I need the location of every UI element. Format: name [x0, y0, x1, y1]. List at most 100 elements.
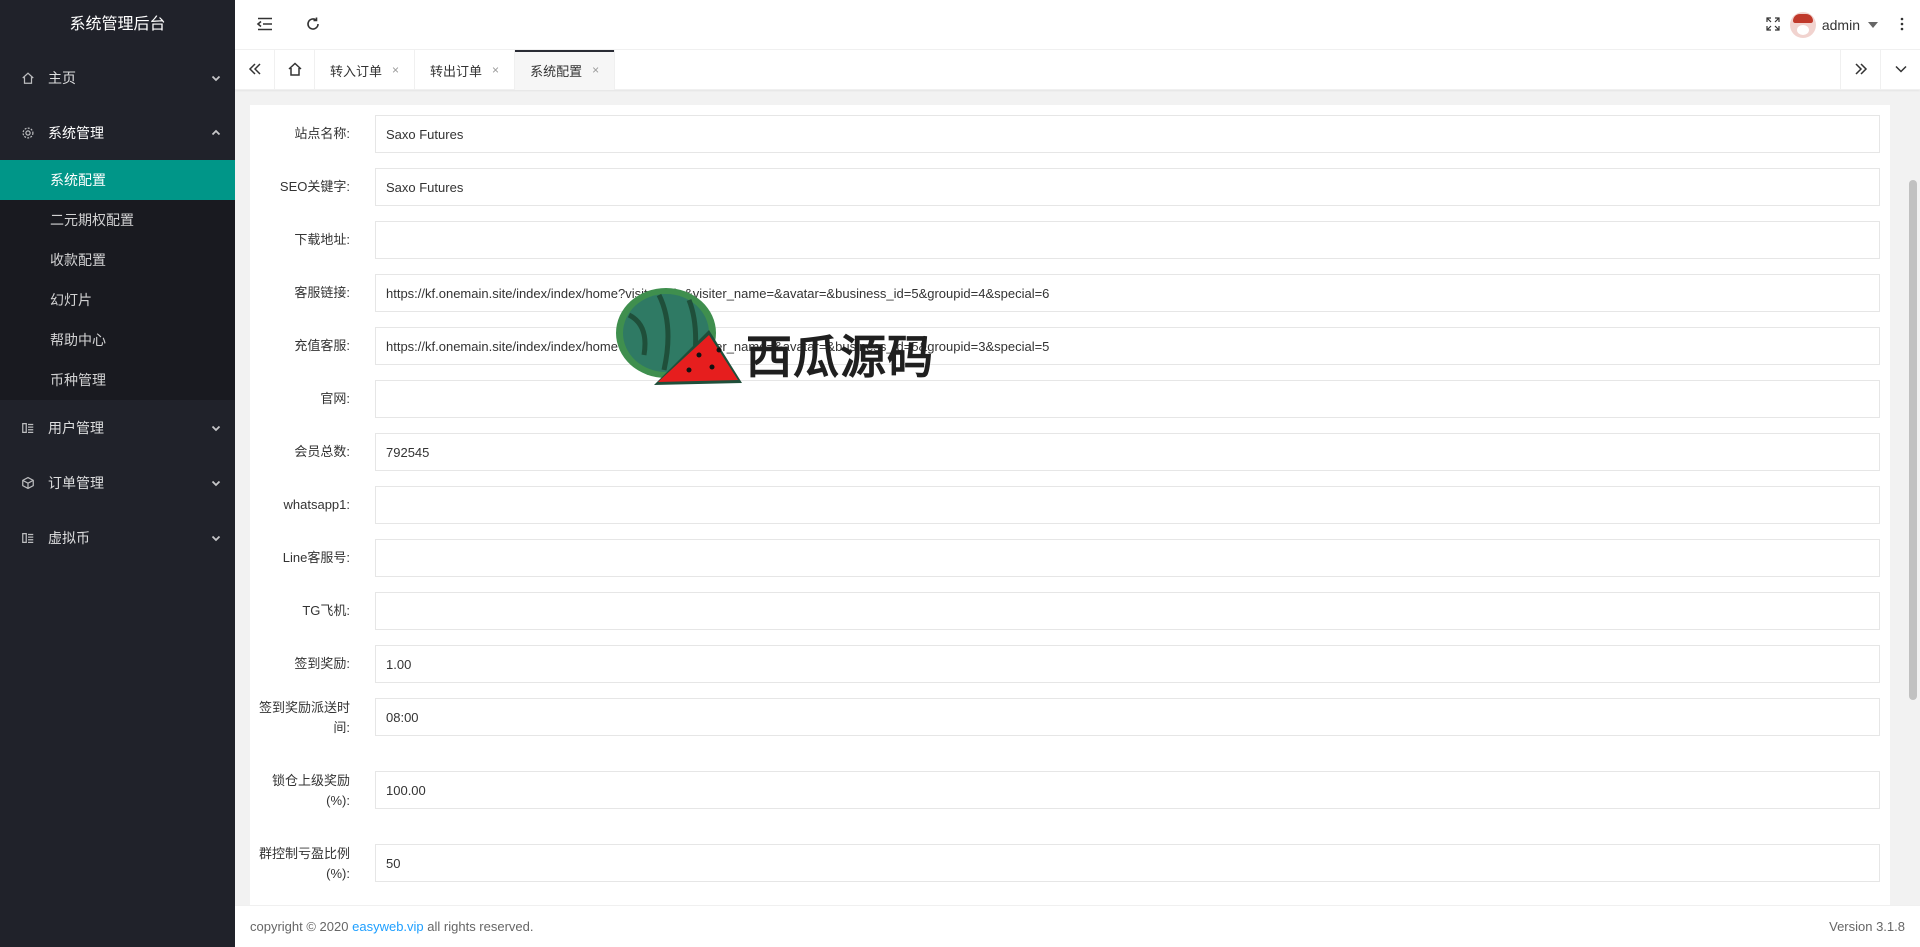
form-row-official-site: 官网:: [250, 380, 1890, 418]
app-title: 系统管理后台: [69, 16, 166, 33]
copyright-suffix: all rights reserved.: [427, 919, 534, 934]
system-subnav: 系统配置 二元期权配置 收款配置 幻灯片 帮助中心 币种管理: [0, 160, 235, 400]
sidebar-item-crypto[interactable]: 虚拟币: [0, 510, 235, 565]
field-label: Line客服号:: [282, 550, 350, 565]
line-support-input[interactable]: [375, 539, 1880, 577]
member-count-input[interactable]: [375, 433, 1880, 471]
field-label: 站点名称:: [294, 126, 350, 141]
whatsapp-input[interactable]: [375, 486, 1880, 524]
recharge-support-input[interactable]: [375, 327, 1880, 365]
site-name-input[interactable]: [375, 115, 1880, 153]
field-label: 签到奖励:: [294, 656, 350, 671]
main-content: 站点名称: SEO关键字: 下载地址: 客服链接: 充值客服: 官网: 会员总数…: [235, 90, 1920, 905]
tab-home[interactable]: [275, 50, 315, 90]
tabs-bar: 转入订单 × 转出订单 × 系统配置 ×: [235, 50, 1920, 90]
field-label: 官网:: [320, 391, 350, 406]
tabs-list: 转入订单 × 转出订单 × 系统配置 ×: [315, 50, 616, 90]
form-row-line-support: Line客服号:: [250, 539, 1890, 577]
close-icon[interactable]: ×: [592, 63, 599, 77]
tab-label: 转出订单: [430, 63, 483, 79]
watermelon-logo-icon: [616, 288, 742, 385]
tabs-scroll-left-button[interactable]: [235, 50, 275, 90]
checkin-reward-input[interactable]: [375, 645, 1880, 683]
tab-system-config[interactable]: 系统配置 ×: [515, 50, 616, 90]
sidebar-item-label: 系统管理: [48, 124, 104, 141]
sidebar-item-label: 虚拟币: [48, 529, 90, 546]
field-label: SEO关键字:: [279, 179, 350, 194]
copyright-prefix: copyright © 2020: [250, 919, 349, 934]
sidebar-item-home[interactable]: 主页: [0, 50, 235, 105]
fullscreen-button[interactable]: [1758, 0, 1788, 50]
watermark-text: 西瓜源码: [746, 330, 934, 384]
support-link-input[interactable]: [375, 274, 1880, 312]
field-label: 锁仓上级奖励(%):: [271, 773, 350, 808]
watermark: 西瓜源码: [604, 285, 964, 400]
seo-keywords-input[interactable]: [375, 168, 1880, 206]
close-icon[interactable]: ×: [492, 63, 499, 77]
tab-label: 系统配置: [530, 63, 583, 79]
sidebar-item-users[interactable]: 用户管理: [0, 400, 235, 455]
tab-transfer-in-orders[interactable]: 转入订单 ×: [315, 50, 416, 90]
form-row-lock-reward: 锁仓上级奖励(%):: [250, 771, 1890, 811]
field-label: 客服链接:: [294, 285, 350, 300]
field-label: TG飞机:: [302, 603, 350, 618]
cube-icon: [20, 475, 36, 491]
more-button[interactable]: [1884, 0, 1920, 50]
chevron-up-icon: [211, 128, 221, 138]
form-row-checkin-time: 签到奖励派送时间:: [250, 698, 1890, 738]
sidebar-item-label: 主页: [48, 69, 76, 86]
form-row-whatsapp: whatsapp1:: [250, 486, 1890, 524]
sidebar-item-orders[interactable]: 订单管理: [0, 455, 235, 510]
field-label: 充值客服:: [294, 338, 350, 353]
caret-down-icon: [1868, 22, 1878, 28]
tab-label: 转入订单: [330, 63, 383, 79]
sidebar-subitem-binary-options[interactable]: 二元期权配置: [0, 200, 235, 240]
chevron-down-icon: [1893, 61, 1909, 80]
sidebar: 系统管理后台 主页 系统管理 系统配置 二元期权配置 收款配置 幻灯片 帮助中心…: [0, 0, 235, 947]
user-menu[interactable]: admin: [1789, 0, 1878, 50]
form-row-download-url: 下载地址:: [250, 221, 1890, 259]
tabs-dropdown-button[interactable]: [1880, 50, 1920, 90]
chevron-down-icon: [211, 533, 221, 543]
form-row-member-count: 会员总数:: [250, 433, 1890, 471]
lock-reward-input[interactable]: [375, 771, 1880, 809]
checkin-time-input[interactable]: [375, 698, 1880, 736]
sidebar-item-label: 订单管理: [48, 474, 104, 491]
indent-icon: [256, 15, 274, 36]
official-site-input[interactable]: [375, 380, 1880, 418]
group-control-ratio-input[interactable]: [375, 844, 1880, 882]
download-url-input[interactable]: [375, 221, 1880, 259]
list-icon: [20, 530, 36, 546]
sidebar-item-system[interactable]: 系统管理: [0, 105, 235, 160]
tab-transfer-out-orders[interactable]: 转出订单 ×: [415, 50, 516, 90]
list-icon: [20, 420, 36, 436]
sidebar-subitem-system-config[interactable]: 系统配置: [0, 160, 235, 200]
field-label: 群控制亏盈比例(%):: [258, 846, 350, 881]
close-icon[interactable]: ×: [392, 63, 399, 77]
menu-toggle-button[interactable]: [247, 0, 283, 50]
refresh-icon: [305, 16, 321, 35]
double-chevron-left-icon: [247, 61, 263, 80]
user-name: admin: [1821, 17, 1860, 33]
sidebar-subitem-payment-config[interactable]: 收款配置: [0, 240, 235, 280]
sidebar-subitem-currency[interactable]: 币种管理: [0, 360, 235, 400]
double-chevron-right-icon: [1853, 61, 1869, 80]
telegram-input[interactable]: [375, 592, 1880, 630]
sidebar-subitem-help-center[interactable]: 帮助中心: [0, 320, 235, 360]
avatar: [1789, 12, 1816, 38]
sidebar-item-label: 用户管理: [48, 419, 104, 436]
form-row-telegram: TG飞机:: [250, 592, 1890, 630]
top-header: admin: [235, 0, 1920, 50]
field-label: whatsapp1:: [283, 497, 351, 512]
version: Version 3.1.8: [1829, 919, 1905, 934]
tabs-scroll-right-button[interactable]: [1840, 50, 1880, 90]
scrollbar[interactable]: [1909, 180, 1917, 700]
config-form: 站点名称: SEO关键字: 下载地址: 客服链接: 充值客服: 官网: 会员总数…: [250, 105, 1890, 905]
sidebar-subitem-slides[interactable]: 幻灯片: [0, 280, 235, 320]
chevron-down-icon: [211, 423, 221, 433]
form-row-recharge-support: 充值客服:: [250, 327, 1890, 365]
easyweb-link[interactable]: easyweb.vip: [352, 919, 424, 934]
form-row-support-link: 客服链接:: [250, 274, 1890, 312]
refresh-button[interactable]: [295, 0, 331, 50]
chevron-down-icon: [211, 478, 221, 488]
